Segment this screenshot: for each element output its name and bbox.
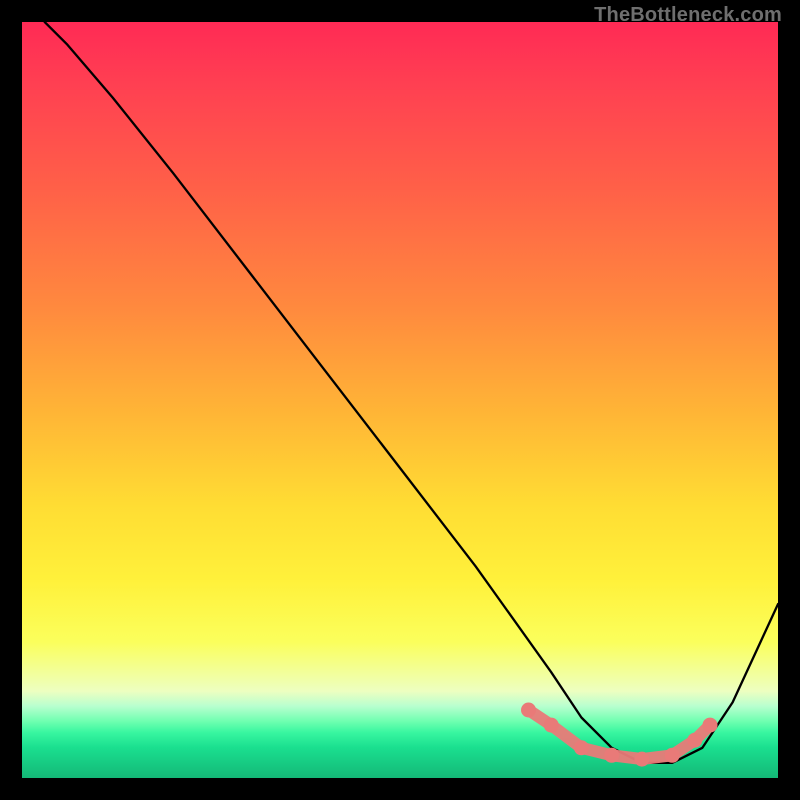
marker-dot (544, 718, 559, 733)
marker-dot (521, 703, 536, 718)
marker-dot (703, 718, 718, 733)
marker-band (529, 710, 711, 759)
marker-dot (604, 748, 619, 763)
marker-dot (574, 740, 589, 755)
marker-dot (687, 733, 702, 748)
curve-layer (22, 22, 778, 778)
watermark-text: TheBottleneck.com (594, 4, 782, 27)
marker-dot (665, 748, 680, 763)
bottleneck-curve (45, 22, 778, 763)
marker-dot (634, 752, 649, 767)
